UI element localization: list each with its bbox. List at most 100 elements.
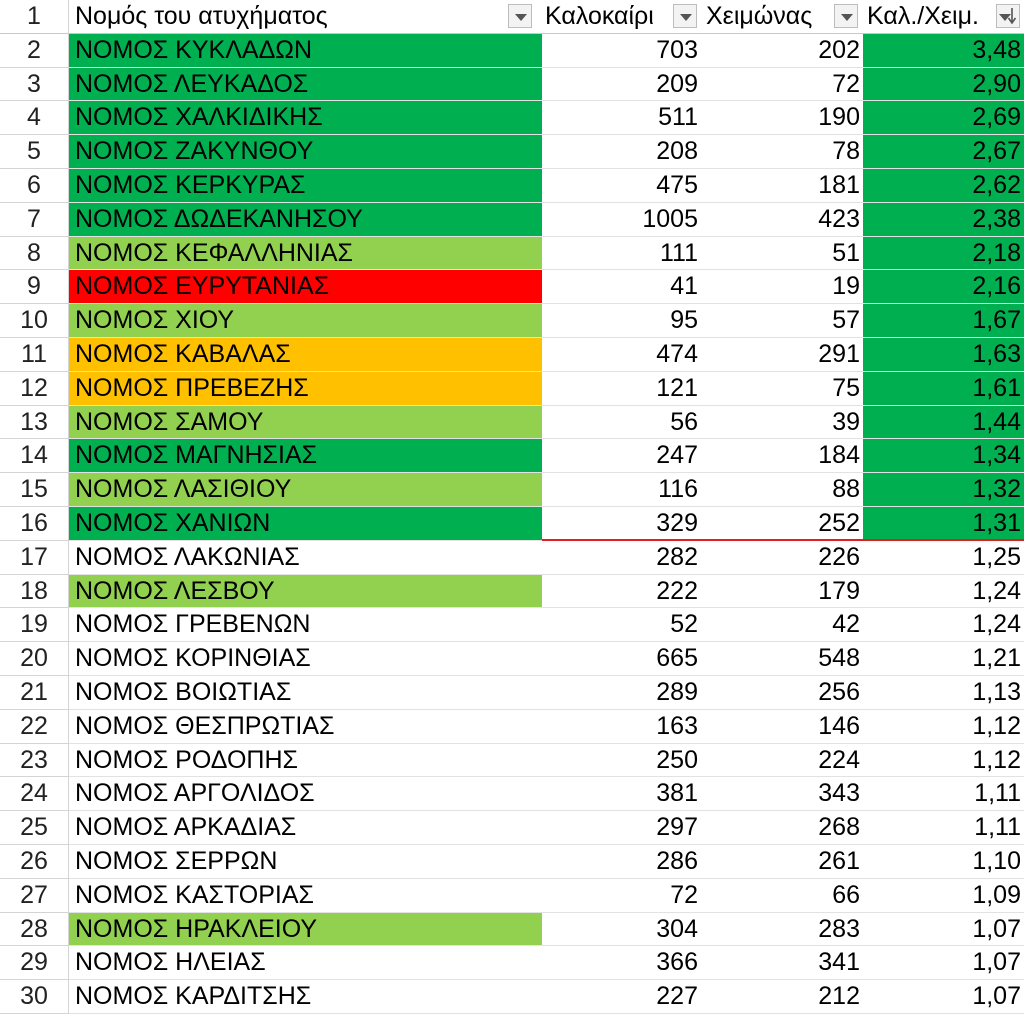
row-number[interactable]: 11 [0,338,69,372]
cell-ratio[interactable]: 2,18 [863,236,1024,271]
cell-winter[interactable]: 19 [701,270,863,305]
row-number[interactable]: 29 [0,946,69,981]
cell-summer[interactable]: 329 [542,507,701,541]
cell-summer[interactable]: 121 [542,372,701,406]
row-number[interactable]: 3 [0,67,69,102]
cell-name[interactable]: ΝΟΜΟΣ ΜΑΓΝΗΣΙΑΣ [69,439,542,474]
cell-ratio[interactable]: 2,69 [863,101,1024,136]
cell-summer[interactable]: 289 [542,676,701,710]
cell-winter[interactable]: 39 [701,406,863,440]
cell-summer[interactable]: 665 [542,642,701,676]
row-number[interactable]: 28 [0,912,69,947]
row-number[interactable]: 16 [0,507,69,541]
row-number[interactable]: 4 [0,101,69,136]
cell-name[interactable]: ΝΟΜΟΣ ΧΑΝΙΩΝ [69,507,542,541]
cell-name[interactable]: ΝΟΜΟΣ ΘΕΣΠΡΩΤΙΑΣ [69,710,542,744]
cell-summer[interactable]: 247 [542,439,701,474]
cell-ratio[interactable]: 2,62 [863,169,1024,203]
cell-name[interactable]: ΝΟΜΟΣ ΠΡΕΒΕΖΗΣ [69,371,542,406]
cell-name[interactable]: ΝΟΜΟΣ ΚΟΡΙΝΘΙΑΣ [69,642,542,676]
cell-name[interactable]: ΝΟΜΟΣ ΗΛΕΙΑΣ [69,946,542,981]
cell-ratio[interactable]: 1,63 [863,338,1024,372]
cell-winter[interactable]: 190 [701,101,863,136]
cell-ratio[interactable]: 1,09 [863,879,1024,913]
row-number[interactable]: 27 [0,878,69,913]
cell-winter[interactable]: 268 [701,811,863,845]
cell-ratio[interactable]: 1,07 [863,946,1024,981]
cell-name[interactable]: ΝΟΜΟΣ ΑΡΚΑΔΙΑΣ [69,811,542,845]
cell-name[interactable]: ΝΟΜΟΣ ΛΑΣΙΘΙΟΥ [69,473,542,507]
cell-summer[interactable]: 209 [542,68,701,102]
row-number[interactable]: 2 [0,33,69,68]
cell-summer[interactable]: 208 [542,135,701,169]
cell-winter[interactable]: 66 [701,879,863,913]
cell-summer[interactable]: 250 [542,744,701,778]
cell-summer[interactable]: 297 [542,811,701,845]
cell-ratio[interactable]: 2,67 [863,135,1024,169]
cell-winter[interactable]: 224 [701,744,863,778]
cell-summer[interactable]: 72 [542,879,701,913]
cell-winter[interactable]: 343 [701,777,863,812]
cell-name[interactable]: ΝΟΜΟΣ ΑΡΓΟΛΙΔΟΣ [69,777,542,812]
row-number[interactable]: 13 [0,405,69,440]
row-number[interactable]: 23 [0,743,69,778]
cell-name[interactable]: ΝΟΜΟΣ ΣΑΜΟΥ [69,405,542,440]
row-number[interactable]: 6 [0,169,69,203]
cell-winter[interactable]: 42 [701,608,863,643]
cell-name[interactable]: ΝΟΜΟΣ ΚΕΡΚΥΡΑΣ [69,169,542,203]
cell-name[interactable]: ΝΟΜΟΣ ΚΕΦΑΛΛΗΝΙΑΣ [69,236,542,271]
cell-ratio[interactable]: 1,13 [863,676,1024,710]
cell-name[interactable]: ΝΟΜΟΣ ΚΑΣΤΟΡΙΑΣ [69,879,542,913]
cell-winter[interactable]: 548 [701,642,863,676]
cell-ratio[interactable]: 1,21 [863,642,1024,676]
cell-summer[interactable]: 366 [542,946,701,981]
row-number[interactable]: 14 [0,439,69,474]
cell-ratio[interactable]: 1,07 [863,913,1024,947]
cell-winter[interactable]: 212 [701,980,863,1014]
cell-name[interactable]: ΝΟΜΟΣ ΧΑΛΚΙΔΙΚΗΣ [69,101,542,136]
row-number[interactable]: 9 [0,270,69,305]
cell-summer[interactable]: 41 [542,270,701,305]
cell-name[interactable]: ΝΟΜΟΣ ΕΥΡΥΤΑΝΙΑΣ [69,270,542,305]
cell-ratio[interactable]: 1,31 [863,507,1024,541]
cell-ratio[interactable]: 1,24 [863,608,1024,643]
cell-summer[interactable]: 511 [542,101,701,136]
cell-name[interactable]: ΝΟΜΟΣ ΗΡΑΚΛΕΙΟΥ [69,912,542,947]
cell-winter[interactable]: 181 [701,169,863,203]
row-number[interactable]: 26 [0,845,69,879]
row-number[interactable]: 5 [0,135,69,169]
cell-summer[interactable]: 227 [542,980,701,1014]
row-number[interactable]: 12 [0,371,69,406]
row-number[interactable]: 18 [0,574,69,609]
row-number[interactable]: 22 [0,709,69,744]
cell-summer[interactable]: 381 [542,777,701,812]
cell-ratio[interactable]: 3,48 [863,33,1024,68]
cell-summer[interactable]: 282 [542,541,701,575]
column-header-winter[interactable]: Χειμώνας [701,0,863,34]
cell-winter[interactable]: 291 [701,338,863,372]
cell-summer[interactable]: 116 [542,473,701,507]
cell-name[interactable]: ΝΟΜΟΣ ΓΡΕΒΕΝΩΝ [69,608,542,643]
cell-name[interactable]: ΝΟΜΟΣ ΚΥΚΛΑΔΩΝ [69,33,542,68]
row-number[interactable]: 17 [0,540,69,575]
cell-ratio[interactable]: 1,11 [863,811,1024,845]
filter-dropdown-icon[interactable] [834,4,858,28]
cell-winter[interactable]: 184 [701,439,863,474]
row-number[interactable]: 21 [0,676,69,710]
cell-ratio[interactable]: 1,61 [863,371,1024,406]
cell-winter[interactable]: 75 [701,372,863,406]
row-number[interactable]: 8 [0,236,69,271]
filter-dropdown-icon[interactable] [508,4,532,28]
cell-name[interactable]: ΝΟΜΟΣ ΛΕΥΚΑΔΟΣ [69,67,542,102]
row-number[interactable]: 15 [0,473,69,507]
cell-winter[interactable]: 72 [701,68,863,102]
cell-winter[interactable]: 261 [701,845,863,879]
cell-summer[interactable]: 1005 [542,203,701,237]
cell-winter[interactable]: 57 [701,304,863,338]
cell-summer[interactable]: 52 [542,608,701,643]
cell-ratio[interactable]: 2,16 [863,270,1024,305]
cell-name[interactable]: ΝΟΜΟΣ ΚΑΡΔΙΤΣΗΣ [69,980,542,1014]
cell-winter[interactable]: 283 [701,913,863,947]
row-number[interactable]: 19 [0,608,69,643]
sort-descending-icon[interactable] [996,4,1020,28]
